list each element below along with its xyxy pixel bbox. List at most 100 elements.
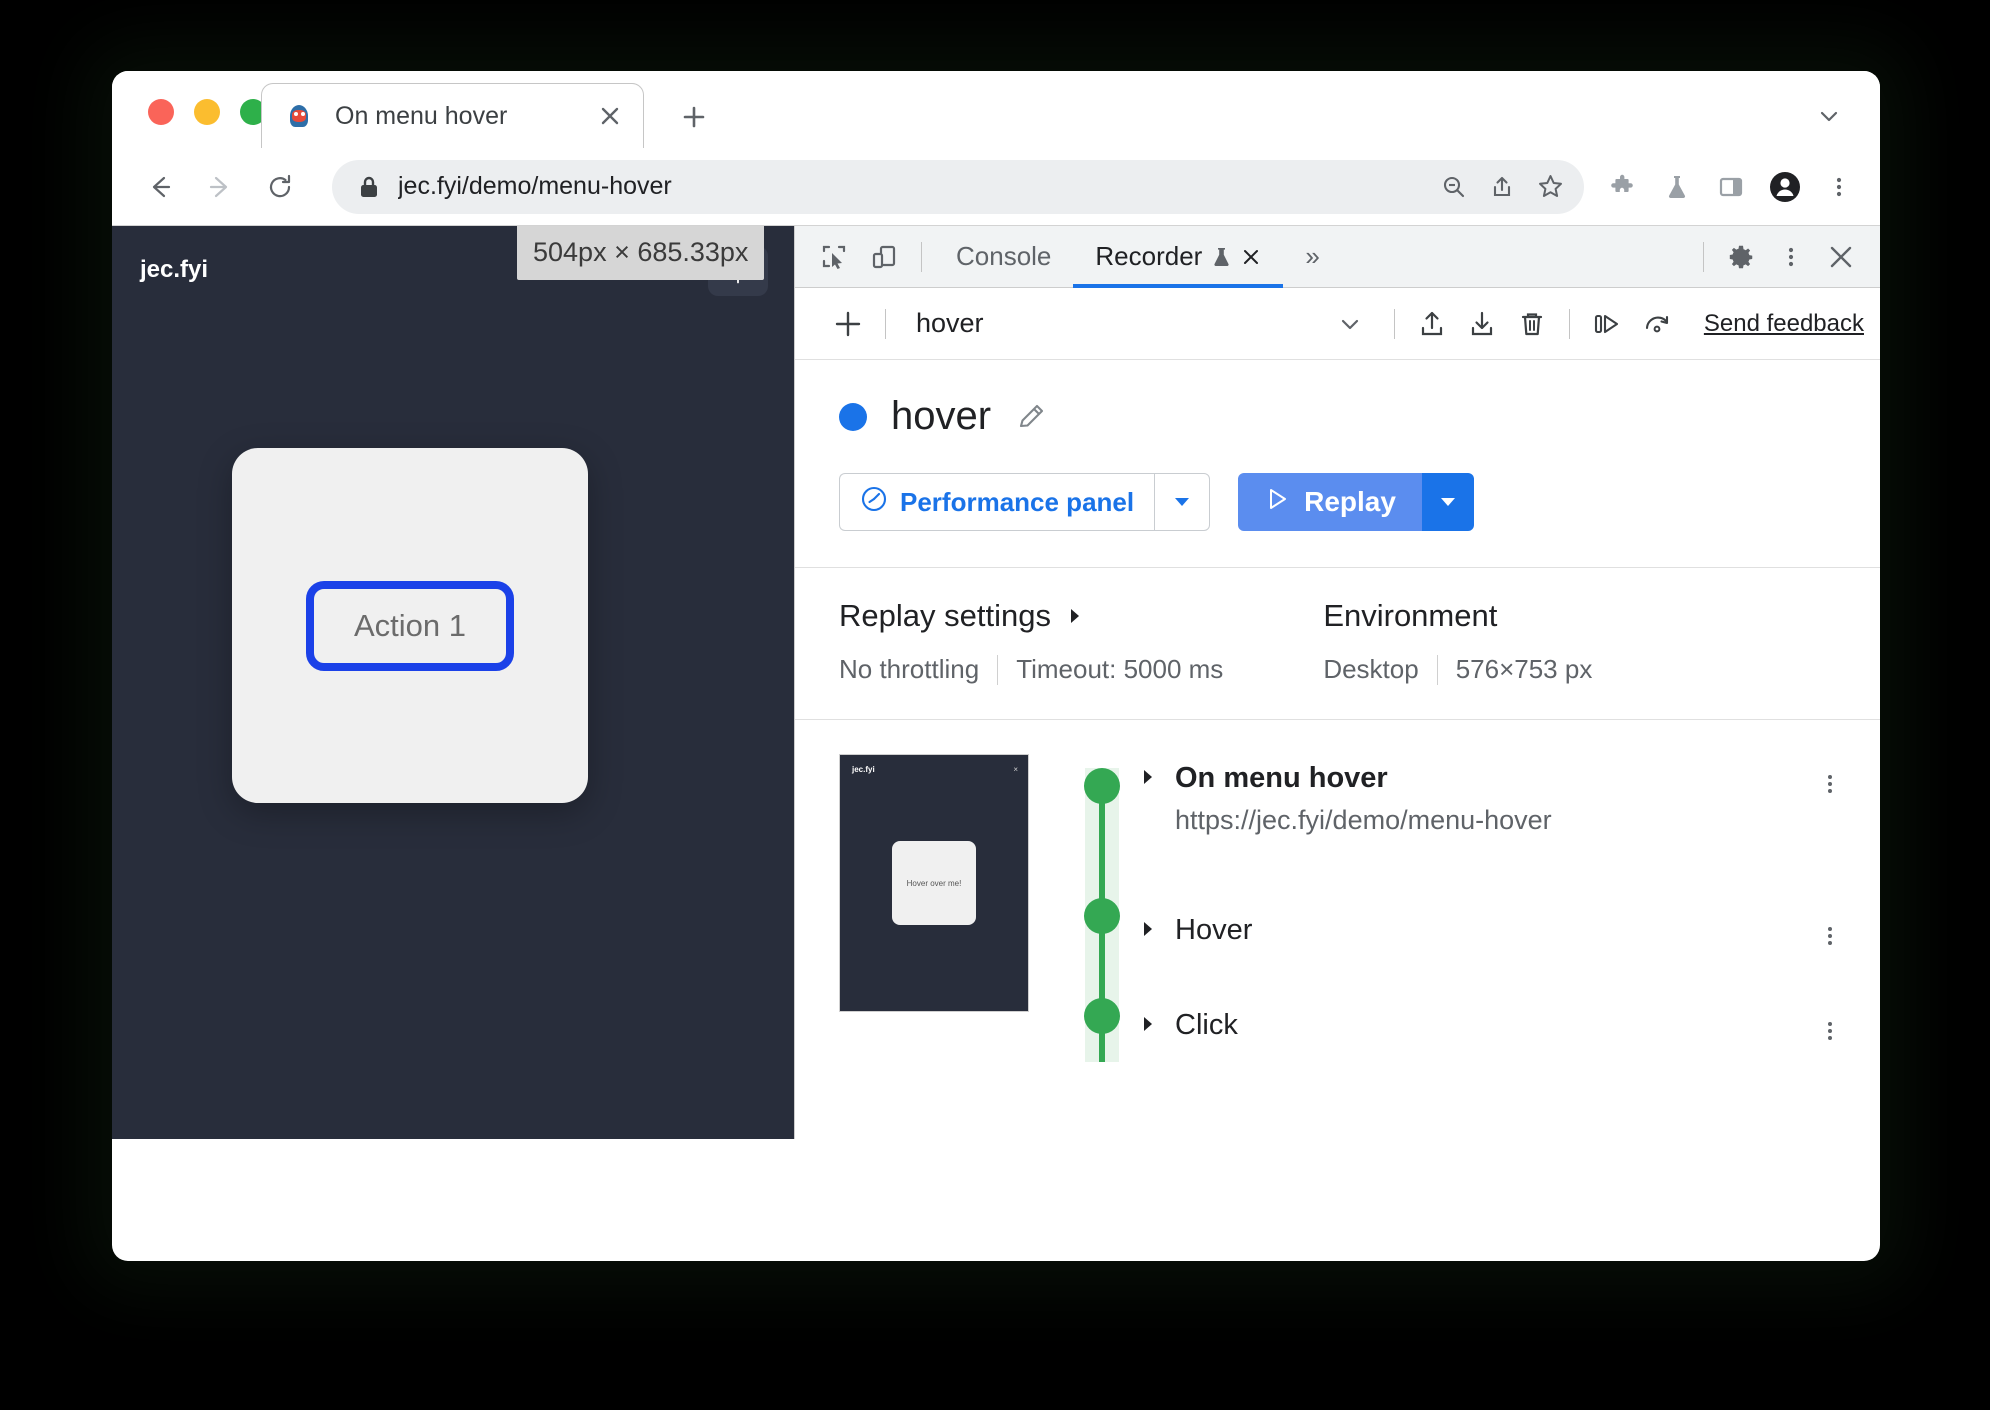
side-panel-icon[interactable] (1704, 160, 1758, 214)
tab-console[interactable]: Console (934, 226, 1073, 288)
timeline-node (1084, 898, 1120, 934)
step-label: On menu hover (1175, 762, 1388, 794)
profile-avatar-icon[interactable] (1758, 160, 1812, 214)
reload-icon[interactable] (254, 161, 306, 213)
replay-main[interactable]: Replay (1238, 473, 1422, 531)
devtools-panel: Console Recorder » hover Send feedback h… (794, 226, 1880, 1139)
send-feedback-link[interactable]: Send feedback (1704, 310, 1864, 338)
performance-panel-main[interactable]: Performance panel (839, 473, 1155, 531)
import-download-icon[interactable] (1457, 299, 1507, 349)
step-content: On menu hover https://jec.fyi/demo/menu-… (1175, 762, 1552, 836)
replay-settings-title-row[interactable]: Replay settings (839, 598, 1223, 634)
flask-icon[interactable] (1650, 160, 1704, 214)
caret-right-icon[interactable] (1139, 920, 1157, 938)
steps-list: On menu hover https://jec.fyi/demo/menu-… (1139, 754, 1880, 1042)
environment-values: Desktop 576×753 px (1323, 654, 1592, 685)
divider (997, 654, 999, 685)
pencil-icon[interactable] (1015, 400, 1049, 434)
kebab-menu-icon[interactable] (1812, 160, 1866, 214)
play-triangle-icon (1264, 486, 1290, 519)
device-toolbar-icon[interactable] (859, 232, 909, 282)
url-text: jec.fyi/demo/menu-hover (398, 172, 672, 200)
address-bar[interactable]: jec.fyi/demo/menu-hover (332, 159, 1584, 214)
step-label: Click (1175, 1009, 1238, 1041)
penguin-favicon (286, 103, 312, 129)
extensions-puzzle-icon[interactable] (1596, 160, 1650, 214)
kebab-menu-icon[interactable] (1810, 1011, 1850, 1051)
recording-selector-value[interactable]: hover (916, 308, 984, 339)
step-url: https://jec.fyi/demo/menu-hover (1175, 805, 1552, 835)
page-viewport: jec.fyi 504px × 685.33px Action 1 (112, 226, 794, 1139)
close-devtools-icon[interactable] (1816, 232, 1866, 282)
performance-panel-dropdown[interactable] (1154, 473, 1211, 531)
tab-strip: On menu hover (112, 71, 1880, 148)
recorder-toolbar: hover Send feedback (795, 288, 1880, 360)
replay-settings-group[interactable]: Replay settings No throttling Timeout: 5… (839, 598, 1223, 685)
chevron-down-icon[interactable] (1812, 99, 1846, 133)
close-window-button[interactable] (148, 99, 174, 125)
viewport-size-tooltip: 504px × 685.33px (517, 226, 765, 280)
step-over-icon[interactable] (1582, 299, 1632, 349)
divider (1436, 654, 1438, 685)
recording-title-row: hover (839, 394, 1836, 439)
status-dot (839, 402, 867, 431)
environment-dimensions: 576×753 px (1455, 654, 1593, 684)
thumbnail-card-text: Hover over me! (892, 841, 976, 925)
divider (1393, 308, 1395, 339)
step-row[interactable]: Click (1139, 1009, 1850, 1042)
action-1-button[interactable]: Action 1 (306, 580, 514, 671)
zoom-out-icon[interactable] (1430, 163, 1478, 211)
tab-close-icon[interactable] (1241, 247, 1261, 267)
window-controls[interactable] (148, 99, 266, 125)
timeline-node (1084, 768, 1120, 804)
steps-timeline (1065, 754, 1139, 1062)
screenshot-stage: On menu hover jec.fyi/demo/menu-hover je… (0, 0, 1990, 1410)
step-label: Hover (1175, 914, 1253, 946)
kebab-menu-icon[interactable] (1810, 764, 1850, 804)
performance-panel-button[interactable]: Performance panel (839, 473, 1211, 531)
back-arrow-icon[interactable] (134, 161, 186, 213)
trash-icon[interactable] (1507, 299, 1557, 349)
divider (885, 308, 886, 339)
replay-dropdown[interactable] (1421, 473, 1474, 531)
browser-toolbar: jec.fyi/demo/menu-hover (112, 148, 1880, 226)
step-row[interactable]: On menu hover https://jec.fyi/demo/menu-… (1139, 762, 1850, 836)
add-recording-button[interactable] (823, 299, 873, 349)
step-row[interactable]: Hover (1139, 914, 1850, 947)
replay-speed-icon[interactable] (1632, 299, 1682, 349)
browser-action-icons (1596, 160, 1880, 214)
divider (1703, 241, 1704, 272)
browser-tab-active[interactable]: On menu hover (261, 83, 644, 148)
recording-header: hover Performance panel Replay (795, 360, 1880, 531)
share-icon[interactable] (1478, 163, 1526, 211)
minimize-window-button[interactable] (194, 99, 220, 125)
star-icon[interactable] (1526, 163, 1574, 211)
devtools-tab-bar: Console Recorder » (795, 226, 1880, 288)
new-tab-button[interactable] (672, 95, 716, 139)
settings-strip: Replay settings No throttling Timeout: 5… (795, 567, 1880, 720)
replay-button[interactable]: Replay (1238, 473, 1474, 531)
step-content: Hover (1175, 914, 1252, 947)
timeout-value: Timeout: 5000 ms (1016, 654, 1224, 684)
inspect-element-icon[interactable] (809, 232, 859, 282)
environment-device: Desktop (1323, 654, 1419, 684)
forward-arrow-icon[interactable] (194, 161, 246, 213)
kebab-menu-icon[interactable] (1766, 232, 1816, 282)
chevron-down-icon[interactable] (1318, 310, 1382, 338)
tab-close-icon[interactable] (593, 99, 627, 133)
caret-right-icon[interactable] (1139, 1015, 1157, 1033)
settings-gear-icon[interactable] (1716, 232, 1766, 282)
lock-icon (358, 174, 380, 200)
replay-label: Replay (1304, 486, 1396, 517)
caret-right-icon[interactable] (1139, 768, 1157, 786)
tab-recorder[interactable]: Recorder (1073, 226, 1284, 288)
export-upload-icon[interactable] (1407, 299, 1457, 349)
tab-title: On menu hover (335, 101, 508, 130)
kebab-menu-icon[interactable] (1810, 916, 1850, 956)
timeline-node (1084, 998, 1120, 1034)
step-content: Click (1175, 1009, 1238, 1042)
more-tabs-button[interactable]: » (1283, 226, 1341, 288)
caret-right-icon[interactable] (1065, 598, 1085, 634)
recording-actions: Performance panel Replay (839, 473, 1836, 531)
divider (1568, 308, 1570, 339)
